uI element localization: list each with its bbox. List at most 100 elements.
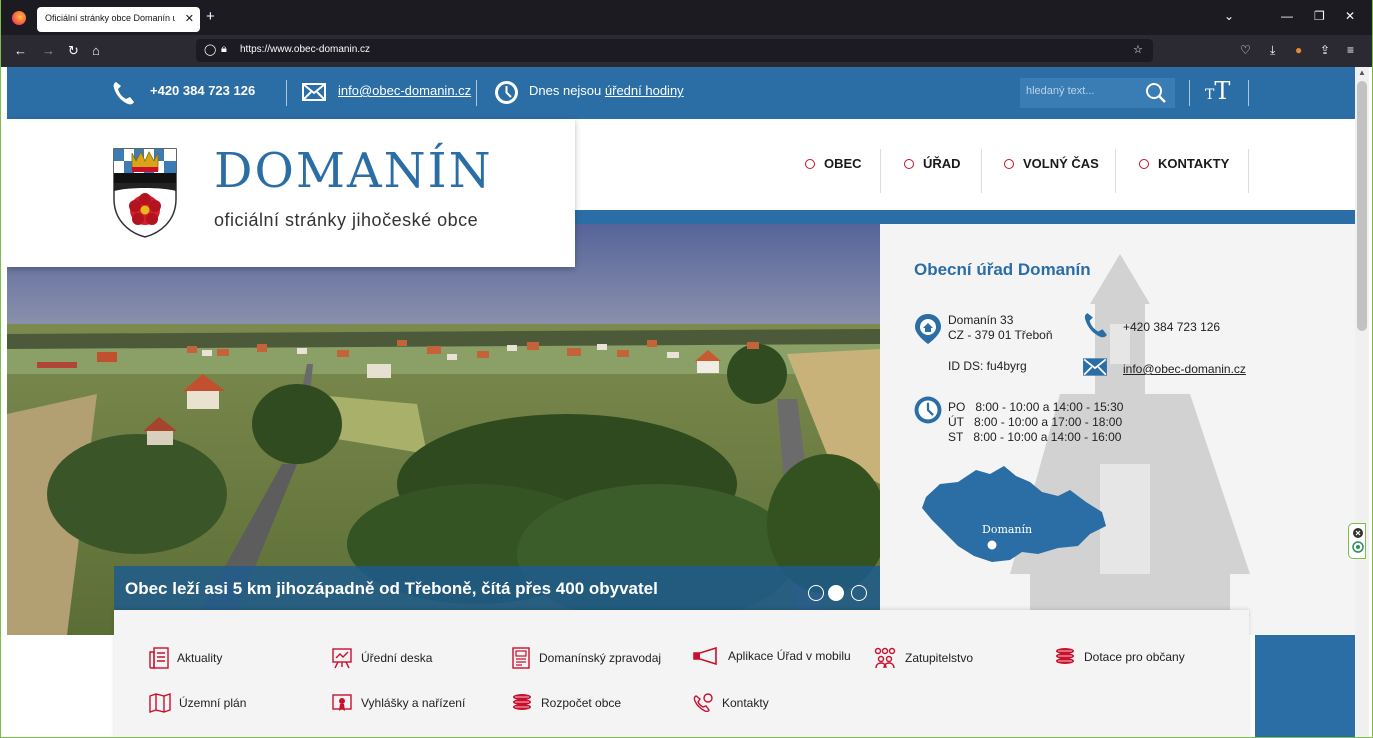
quicklink-label: Územní plán	[179, 696, 247, 710]
news-icon	[149, 647, 169, 669]
quicklink-label: Aplikace Úřad v mobilu	[728, 649, 851, 663]
forward-icon[interactable]: →	[42, 43, 55, 58]
scroll-thumb[interactable]	[1357, 81, 1367, 331]
hero-caption-text: Obec leží asi 5 km jihozápadně od Třebon…	[125, 579, 658, 598]
board-icon	[332, 648, 352, 669]
quicklink-zpravodaj[interactable]: Domanínský zpravodaj	[511, 647, 661, 669]
nav-item-urad[interactable]: ÚŘAD	[904, 156, 961, 171]
quick-links-panel: Aktuality Úřední deska Domanínský zpravo…	[114, 610, 1249, 738]
new-tab-button[interactable]: +	[206, 8, 215, 25]
minimize-button[interactable]: —	[1281, 9, 1293, 23]
back-icon[interactable]: ←	[14, 43, 27, 58]
font-size-toggle-icon[interactable]: TT	[1205, 77, 1230, 105]
quicklink-aplikace[interactable]: Aplikace Úřad v mobilu	[692, 647, 851, 665]
quicklink-rozpocet[interactable]: Rozpočet obce	[511, 693, 621, 713]
office-info-panel: Obecní úřad Domanín Domanín 33 CZ - 379 …	[880, 224, 1355, 635]
shield-icon[interactable]: ◯	[204, 43, 216, 56]
font-size-big-letter: T	[1214, 77, 1231, 105]
bookmark-star-icon[interactable]: ☆	[1133, 43, 1143, 56]
megaphone-icon	[693, 647, 717, 665]
restore-button[interactable]: ❐	[1314, 9, 1325, 23]
lock-icon[interactable]: 🔒︎	[221, 43, 227, 56]
slide-dot-1[interactable]	[808, 585, 824, 601]
tab-close-icon[interactable]: ✕	[185, 12, 194, 25]
quicklink-label: Vyhlášky a nařízení	[361, 696, 466, 710]
hours-time: 8:00 - 10:00 a 14:00 - 16:00	[973, 430, 1122, 444]
map-icon	[149, 693, 171, 713]
nav-label: OBEC	[824, 156, 862, 171]
downloads-icon[interactable]: ⤓	[1270, 43, 1275, 58]
budget-icon	[513, 694, 531, 710]
office-title: Obecní úřad Domanín	[914, 260, 1091, 279]
logo-panel[interactable]: DOMANÍN oficiální stránky jihočeské obce	[7, 119, 575, 267]
home-icon[interactable]: ⌂	[92, 43, 100, 58]
quicklink-uzemni-plan[interactable]: Územní plán	[149, 693, 246, 713]
office-hours-link[interactable]: úřední hodiny	[605, 83, 684, 98]
quicklink-label: Domanínský zpravodaj	[539, 651, 662, 665]
nav-item-volny-cas[interactable]: VOLNÝ ČAS	[1004, 156, 1099, 171]
search-input[interactable]	[1026, 85, 1136, 97]
pocket-icon[interactable]: ♡	[1240, 43, 1251, 57]
office-address-line2: CZ - 379 01 Třeboň	[948, 328, 1053, 342]
reload-icon[interactable]: ↻	[68, 43, 79, 59]
menu-icon[interactable]: ≡	[1347, 43, 1354, 57]
nav-item-kontakty[interactable]: KONTAKTY	[1139, 156, 1229, 171]
decree-icon	[332, 694, 352, 711]
hours-day: ST	[948, 430, 964, 444]
scroll-up-icon[interactable]: ▲	[1358, 68, 1366, 77]
coat-of-arms-logo	[113, 148, 177, 238]
hero-slider[interactable]: Obec leží asi 5 km jihozápadně od Třebon…	[7, 224, 880, 635]
hours-day: ÚT	[948, 415, 964, 429]
map-location-label: Domanín	[982, 523, 1033, 536]
quicklink-aktuality[interactable]: Aktuality	[149, 647, 222, 669]
top-email-link[interactable]: info@obec-domanin.cz	[338, 83, 471, 98]
extension-icon[interactable]: ●	[1295, 43, 1302, 57]
quicklink-label: Kontakty	[722, 696, 769, 710]
quicklink-zastupitelstvo[interactable]: Zatupitelstvo	[873, 647, 973, 669]
slide-dot-3[interactable]	[851, 585, 867, 601]
mail-icon	[1083, 358, 1107, 376]
phone-icon	[1084, 313, 1107, 338]
page-scrollbar[interactable]: ▲	[1355, 67, 1369, 738]
mail-icon	[302, 83, 326, 101]
close-window-button[interactable]: ✕	[1345, 9, 1355, 23]
office-email-link[interactable]: info@obec-domanin.cz	[1123, 362, 1246, 377]
quicklink-uredni-deska[interactable]: Úřední deska	[331, 647, 432, 669]
clock-icon	[495, 81, 518, 104]
web-page: +420 384 723 126 info@obec-domanin.cz Dn…	[7, 67, 1355, 738]
hours-day: PO	[948, 400, 966, 414]
contact-top-bar: +420 384 723 126 info@obec-domanin.cz Dn…	[7, 67, 1355, 119]
quicklink-label: Zatupitelstvo	[905, 651, 974, 665]
divider	[981, 149, 982, 193]
quicklink-kontakty[interactable]: Kontakty	[692, 693, 769, 713]
quicklink-label: Úřední deska	[361, 651, 433, 665]
nav-bullet-icon	[1139, 159, 1149, 169]
office-data-box-id: ID DS: fu4byrg	[948, 359, 1027, 373]
url-bar[interactable]: ◯ 🔒︎ https://www.obec-domanin.cz ☆	[196, 39, 1153, 62]
hours-row: ST 8:00 - 10:00 a 14:00 - 16:00	[948, 430, 1121, 445]
nav-label: VOLNÝ ČAS	[1023, 156, 1099, 171]
search-box	[1020, 78, 1175, 108]
hours-row: ÚT 8:00 - 10:00 a 17:00 - 18:00	[948, 415, 1122, 430]
tab-title: Oficiální stránky obce Domanín u T	[45, 13, 175, 23]
office-address-line1: Domanín 33	[948, 313, 1014, 327]
coins-icon	[1056, 648, 1074, 664]
blue-block	[1255, 635, 1355, 738]
browser-nav-bar: ← → ↻ ⌂ ◯ 🔒︎ https://www.obec-domanin.cz…	[0, 35, 1373, 67]
search-icon[interactable]	[1145, 82, 1167, 104]
slide-dot-2[interactable]	[828, 585, 844, 601]
nav-item-obec[interactable]: OBEC	[805, 156, 862, 171]
side-accessibility-widget[interactable]	[1348, 523, 1366, 559]
top-phone: +420 384 723 126	[150, 83, 256, 98]
list-all-tabs-icon[interactable]: ⌄	[1224, 9, 1234, 23]
divider	[1248, 80, 1249, 106]
quicklink-vyhlasky[interactable]: Vyhlášky a nařízení	[331, 693, 465, 713]
divider	[1189, 80, 1190, 106]
quicklink-dotace[interactable]: Dotace pro občany	[1054, 647, 1185, 667]
share-icon[interactable]: ⇪	[1320, 43, 1330, 57]
czech-map-icon	[922, 466, 1106, 562]
browser-tab-active[interactable]: Oficiální stránky obce Domanín u T ✕	[37, 7, 200, 32]
location-pin-icon	[915, 314, 941, 344]
url-text[interactable]: https://www.obec-domanin.cz	[240, 44, 370, 55]
divider	[880, 149, 881, 193]
